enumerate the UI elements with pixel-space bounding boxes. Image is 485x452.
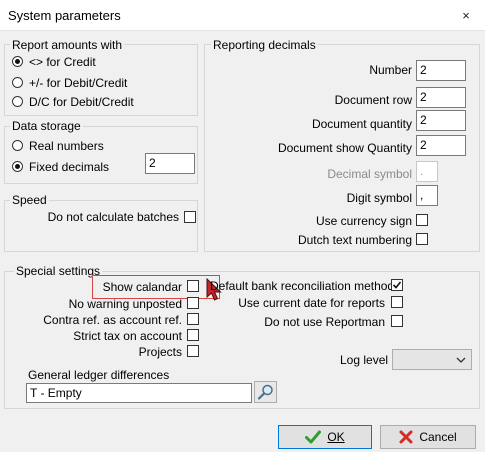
window-title: System parameters <box>8 8 121 23</box>
contra-ref-checkbox[interactable] <box>187 313 199 325</box>
gl-differences-label: General ledger differences <box>28 368 170 382</box>
radio-real-numbers[interactable] <box>12 140 23 151</box>
ok-button[interactable]: OK <box>278 425 372 449</box>
use-current-date-checkbox[interactable] <box>391 296 403 308</box>
projects-checkbox[interactable] <box>187 345 199 357</box>
gl-differences-input[interactable]: T - Empty <box>26 383 252 403</box>
no-calc-batches-label: Do not calculate batches <box>47 210 179 224</box>
digit-symbol-input[interactable]: , <box>416 185 438 206</box>
radio-dc-label[interactable]: D/C for Debit/Credit <box>29 95 134 109</box>
x-icon <box>399 430 413 444</box>
strict-tax-label: Strict tax on account <box>73 329 182 343</box>
log-level-select[interactable] <box>392 349 472 370</box>
close-button[interactable]: × <box>455 6 477 26</box>
no-calc-batches-checkbox[interactable] <box>184 211 196 223</box>
contra-ref-label: Contra ref. as account ref. <box>43 313 182 327</box>
fixed-decimals-input[interactable]: 2 <box>145 153 195 174</box>
show-calandar-checkbox[interactable] <box>187 280 199 292</box>
data-storage-legend: Data storage <box>10 119 83 133</box>
log-level-label: Log level <box>340 353 389 367</box>
cancel-button-label: Cancel <box>419 430 457 444</box>
special-settings-legend: Special settings <box>14 264 103 278</box>
magnifier-icon <box>257 384 273 400</box>
checkmark-icon <box>305 430 322 444</box>
radio-dc[interactable] <box>12 96 23 107</box>
use-currency-sign-label: Use currency sign <box>315 214 412 228</box>
document-quantity-input[interactable]: 2 <box>416 110 466 131</box>
show-calandar-label: Show calandar <box>102 280 182 294</box>
document-row-input[interactable]: 2 <box>416 87 466 108</box>
close-icon: × <box>462 8 470 23</box>
default-bank-recon-label: Default bank reconciliation method <box>210 279 395 293</box>
gl-differences-search-button[interactable] <box>254 381 277 403</box>
document-show-quantity-input[interactable]: 2 <box>416 135 466 156</box>
no-reportman-label: Do not use Reportman <box>264 315 385 329</box>
reporting-decimals-legend: Reporting decimals <box>211 38 318 52</box>
document-quantity-label: Document quantity <box>311 117 412 131</box>
use-current-date-label: Use current date for reports <box>238 296 385 310</box>
chevron-down-icon <box>456 357 466 363</box>
digit-symbol-label: Digit symbol <box>346 191 412 205</box>
use-currency-sign-checkbox[interactable] <box>416 214 428 226</box>
cancel-button[interactable]: Cancel <box>380 425 476 449</box>
dutch-text-numbering-label: Dutch text numbering <box>297 233 412 247</box>
speed-group <box>4 200 198 252</box>
radio-real-numbers-label[interactable]: Real numbers <box>29 139 104 153</box>
radio-credit-label[interactable]: <> for Credit <box>29 55 96 69</box>
no-reportman-checkbox[interactable] <box>391 315 403 327</box>
strict-tax-checkbox[interactable] <box>187 329 199 341</box>
decimal-symbol-input: . <box>416 161 438 182</box>
number-label: Number <box>369 63 412 77</box>
radio-fixed-decimals-label[interactable]: Fixed decimals <box>29 160 109 174</box>
radio-credit[interactable] <box>12 56 23 67</box>
radio-fixed-decimals[interactable] <box>12 161 23 172</box>
ok-button-label: OK <box>327 430 345 444</box>
default-bank-recon-checkbox[interactable] <box>391 279 403 291</box>
report-amounts-legend: Report amounts with <box>10 38 125 52</box>
document-row-label: Document row <box>334 93 412 107</box>
no-warning-unposted-checkbox[interactable] <box>187 297 199 309</box>
document-show-quantity-label: Document show Quantity <box>277 141 412 155</box>
projects-label: Projects <box>138 345 182 359</box>
radio-debit-credit-sign-label[interactable]: +/- for Debit/Credit <box>29 76 127 90</box>
decimal-symbol-label: Decimal symbol <box>327 167 412 181</box>
checkmark-icon <box>392 281 402 289</box>
speed-legend: Speed <box>10 193 49 207</box>
number-input[interactable]: 2 <box>416 60 466 81</box>
radio-debit-credit-sign[interactable] <box>12 77 23 88</box>
dutch-text-numbering-checkbox[interactable] <box>416 233 428 245</box>
no-warning-unposted-label: No warning unposted <box>68 297 182 311</box>
